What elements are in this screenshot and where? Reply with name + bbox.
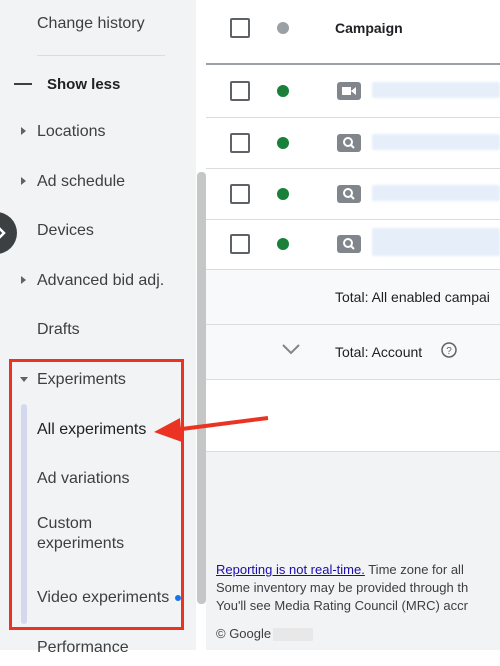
sidebar-item-label: Locations	[37, 123, 106, 140]
sidebar-item-ad-schedule[interactable]: Ad schedule	[0, 164, 196, 200]
sidebar-item-label: Advanced bid adj.	[37, 272, 165, 289]
collapse-dash-icon	[14, 83, 32, 85]
sidebar-item-label: Devices	[37, 222, 94, 239]
reporting-rest: Time zone for all	[364, 562, 464, 577]
annotation-highlight-box	[9, 359, 184, 630]
chevron-right-icon	[0, 227, 6, 239]
row-divider	[206, 219, 500, 220]
sidebar-item-change-history[interactable]: Change history	[0, 6, 196, 42]
expand-right-icon	[21, 127, 26, 135]
select-all-checkbox[interactable]	[230, 18, 250, 38]
row-checkbox[interactable]	[230, 234, 250, 254]
sidebar-item-drafts[interactable]: Drafts	[0, 312, 196, 348]
sidebar-item-label: Change history	[37, 15, 145, 32]
sidebar-item-performance[interactable]: Performance	[0, 630, 196, 666]
status-enabled-icon	[277, 238, 289, 250]
sidebar-item-label: Drafts	[37, 321, 80, 338]
campaign-name-link[interactable]	[372, 228, 500, 256]
reporting-link[interactable]: Reporting is not real-time.	[216, 562, 365, 577]
campaign-column-header[interactable]: Campaign	[335, 20, 403, 36]
copyright-text: © Google	[216, 626, 272, 641]
status-header-icon	[277, 22, 289, 34]
total-account-label: Total: Account	[335, 344, 423, 360]
row-checkbox[interactable]	[230, 81, 250, 101]
row-divider	[206, 168, 500, 169]
row-divider	[206, 117, 500, 118]
footer-inventory-line: Some inventory may be provided through t…	[216, 580, 469, 595]
footer-mrc-line: You'll see Media Rating Council (MRC) ac…	[216, 598, 468, 613]
header-divider	[206, 63, 500, 65]
campaign-name-link[interactable]	[372, 82, 500, 98]
sidebar-scrollbar[interactable]	[197, 172, 206, 604]
search-icon	[337, 235, 361, 253]
footer-reporting-line: Reporting is not real-time. Time zone fo…	[216, 562, 464, 577]
expand-right-icon	[21, 177, 26, 185]
svg-text:?: ?	[446, 346, 452, 357]
annotation-arrow-icon	[154, 416, 269, 442]
campaign-name-link[interactable]	[372, 185, 500, 201]
total-enabled-label: Total: All enabled campai	[335, 289, 490, 305]
footer-copyright: © Google	[216, 626, 314, 642]
sidebar-divider	[37, 55, 165, 56]
sidebar-item-label: Ad schedule	[37, 173, 126, 190]
sidebar-item-label: Show less	[47, 75, 121, 93]
sidebar-item-locations[interactable]: Locations	[0, 114, 196, 150]
campaign-name-link[interactable]	[372, 134, 500, 150]
sidebar-item-devices[interactable]: Devices	[0, 213, 196, 249]
search-icon	[337, 134, 361, 152]
footer-area	[206, 452, 500, 650]
help-icon[interactable]: ?	[441, 342, 457, 358]
sidebar-item-advanced-bid-adj[interactable]: Advanced bid adj.	[0, 263, 196, 299]
row-divider	[206, 379, 500, 380]
show-less-toggle[interactable]: Show less	[0, 66, 196, 102]
status-enabled-icon	[277, 85, 289, 97]
row-checkbox[interactable]	[230, 133, 250, 153]
row-checkbox[interactable]	[230, 184, 250, 204]
status-enabled-icon	[277, 137, 289, 149]
redacted-text	[273, 628, 314, 642]
video-icon	[337, 82, 361, 100]
expand-right-icon	[21, 276, 26, 284]
chevron-down-icon[interactable]	[282, 343, 300, 355]
sidebar-item-label: Performance	[37, 639, 129, 656]
status-enabled-icon	[277, 188, 289, 200]
search-icon	[337, 185, 361, 203]
